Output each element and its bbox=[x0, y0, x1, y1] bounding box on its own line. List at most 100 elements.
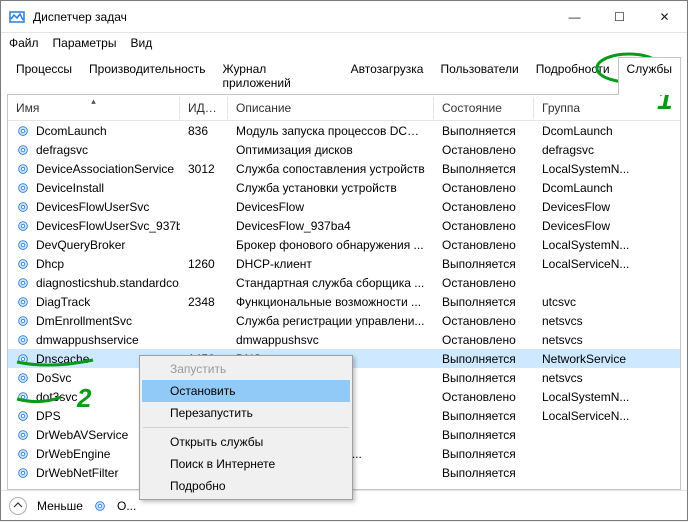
service-state: Остановлено bbox=[434, 181, 534, 195]
service-desc: Функциональные возможности ... bbox=[228, 295, 434, 309]
task-manager-window: Диспетчер задач — ☐ ✕ Файл Параметры Вид… bbox=[0, 0, 688, 521]
service-state: Остановлено bbox=[434, 314, 534, 328]
minimize-button[interactable]: — bbox=[552, 2, 597, 32]
tab-processes[interactable]: Процессы bbox=[7, 57, 81, 94]
service-state: Выполняется bbox=[434, 295, 534, 309]
service-name: DrWebEngine bbox=[36, 447, 110, 461]
service-name: dot3svc bbox=[36, 390, 77, 404]
service-state: Выполняется bbox=[434, 257, 534, 271]
service-state: Остановлено bbox=[434, 200, 534, 214]
cm-separator bbox=[143, 427, 349, 428]
col-header-state[interactable]: Состояние bbox=[434, 97, 534, 119]
service-name: DPS bbox=[36, 409, 61, 423]
tab-services[interactable]: Службы bbox=[618, 57, 681, 94]
service-state: Выполняется bbox=[434, 371, 534, 385]
service-group: netsvcs bbox=[534, 371, 654, 385]
service-name: DrWebAVService bbox=[36, 428, 128, 442]
tab-apphistory[interactable]: Журнал приложений bbox=[214, 57, 343, 94]
service-state: Остановлено bbox=[434, 143, 534, 157]
service-name: DcomLaunch bbox=[36, 124, 107, 138]
tab-users[interactable]: Пользователи bbox=[431, 57, 527, 94]
service-desc: DevicesFlow_937ba4 bbox=[228, 219, 434, 233]
service-icon bbox=[16, 352, 30, 366]
service-state: Остановлено bbox=[434, 390, 534, 404]
cm-open-services[interactable]: Открыть службы bbox=[142, 431, 350, 453]
cm-search-web[interactable]: Поиск в Интернете bbox=[142, 453, 350, 475]
service-group: DcomLaunch bbox=[534, 181, 654, 195]
service-icon bbox=[16, 390, 30, 404]
service-pid: 836 bbox=[180, 124, 228, 138]
tab-performance[interactable]: Производительность bbox=[80, 57, 214, 94]
service-pid: 1260 bbox=[180, 257, 228, 271]
menu-file[interactable]: Файл bbox=[9, 36, 39, 50]
service-desc: DevicesFlow bbox=[228, 200, 434, 214]
service-row[interactable]: defragsvcОптимизация дисковОстановленоde… bbox=[8, 140, 680, 159]
service-pid: 3012 bbox=[180, 162, 228, 176]
menubar: Файл Параметры Вид bbox=[1, 33, 687, 53]
menu-params[interactable]: Параметры bbox=[53, 36, 117, 50]
service-name: DiagTrack bbox=[36, 295, 90, 309]
service-pid: 2348 bbox=[180, 295, 228, 309]
col-header-name[interactable]: Имя ▴ bbox=[8, 97, 180, 119]
gear-icon bbox=[93, 499, 107, 513]
service-group: DevicesFlow bbox=[534, 200, 654, 214]
service-icon bbox=[16, 314, 30, 328]
service-row[interactable]: DevQueryBrokerБрокер фонового обнаружени… bbox=[8, 235, 680, 254]
service-desc: dmwappushsvc bbox=[228, 333, 434, 347]
table-header-row: Имя ▴ ИД п... Описание Состояние Группа bbox=[8, 95, 680, 121]
service-row[interactable]: dmwappushservicedmwappushsvcОстановленоn… bbox=[8, 330, 680, 349]
service-icon bbox=[16, 447, 30, 461]
service-icon bbox=[16, 143, 30, 157]
open-services-link[interactable]: О... bbox=[117, 499, 136, 513]
cm-stop[interactable]: Остановить bbox=[142, 380, 350, 402]
collapse-button[interactable] bbox=[9, 497, 27, 515]
service-state: Выполняется bbox=[434, 162, 534, 176]
service-state: Остановлено bbox=[434, 219, 534, 233]
col-header-group[interactable]: Группа bbox=[534, 97, 654, 119]
titlebar: Диспетчер задач — ☐ ✕ bbox=[1, 1, 687, 33]
service-row[interactable]: DmEnrollmentSvcСлужба регистрации управл… bbox=[8, 311, 680, 330]
tab-startup[interactable]: Автозагрузка bbox=[342, 57, 433, 94]
sort-asc-icon: ▴ bbox=[91, 97, 96, 107]
service-row[interactable]: DiagTrack 2348Функциональные возможности … bbox=[8, 292, 680, 311]
service-row[interactable]: DevicesFlowUserSvc_937ba4 DevicesFlow_937… bbox=[8, 216, 680, 235]
service-name: DevicesFlowUserSvc bbox=[36, 200, 149, 214]
service-name: dmwappushservice bbox=[36, 333, 139, 347]
menu-view[interactable]: Вид bbox=[130, 36, 152, 50]
maximize-button[interactable]: ☐ bbox=[597, 2, 642, 32]
service-state: Выполняется bbox=[434, 428, 534, 442]
cm-restart[interactable]: Перезапустить bbox=[142, 402, 350, 424]
close-button[interactable]: ✕ bbox=[642, 2, 687, 32]
service-state: Остановлено bbox=[434, 238, 534, 252]
service-desc: Брокер фонового обнаружения ... bbox=[228, 238, 434, 252]
service-row[interactable]: DeviceAssociationService 3012Служба сопос… bbox=[8, 159, 680, 178]
service-group: LocalServiceN... bbox=[534, 257, 654, 271]
service-state: Выполняется bbox=[434, 409, 534, 423]
service-icon bbox=[16, 124, 30, 138]
service-row[interactable]: Dhcp1260DHCP-клиентВыполняетсяLocalServi… bbox=[8, 254, 680, 273]
service-icon bbox=[16, 162, 30, 176]
col-header-pid[interactable]: ИД п... bbox=[180, 97, 228, 119]
col-header-desc[interactable]: Описание bbox=[228, 97, 434, 119]
service-row[interactable]: DevicesFlowUserSvc DevicesFlowОстановлено… bbox=[8, 197, 680, 216]
service-row[interactable]: diagnosticshub.standardco...Стандартная … bbox=[8, 273, 680, 292]
cm-details[interactable]: Подробно bbox=[142, 475, 350, 497]
service-icon bbox=[16, 428, 30, 442]
service-desc: Стандартная служба сборщика ... bbox=[228, 276, 434, 290]
service-name: DevicesFlowUserSvc_937ba4 bbox=[36, 219, 180, 233]
service-name: DeviceAssociationService bbox=[36, 162, 174, 176]
service-icon bbox=[16, 371, 30, 385]
window-title: Диспетчер задач bbox=[33, 10, 552, 24]
service-name: defragsvc bbox=[36, 143, 88, 157]
service-group: LocalSystemN... bbox=[534, 238, 654, 252]
col-header-name-label: Имя bbox=[16, 101, 39, 115]
service-desc: Модуль запуска процессов DCO... bbox=[228, 124, 434, 138]
fewer-details-link[interactable]: Меньше bbox=[37, 499, 83, 513]
service-state: Выполняется bbox=[434, 124, 534, 138]
service-desc: Служба сопоставления устройств bbox=[228, 162, 434, 176]
tab-details[interactable]: Подробности bbox=[527, 57, 619, 94]
service-desc: Служба регистрации управлени... bbox=[228, 314, 434, 328]
service-row[interactable]: DeviceInstallСлужба установки устройствО… bbox=[8, 178, 680, 197]
app-icon bbox=[9, 9, 25, 25]
service-row[interactable]: DcomLaunch 836Модуль запуска процессов DC… bbox=[8, 121, 680, 140]
